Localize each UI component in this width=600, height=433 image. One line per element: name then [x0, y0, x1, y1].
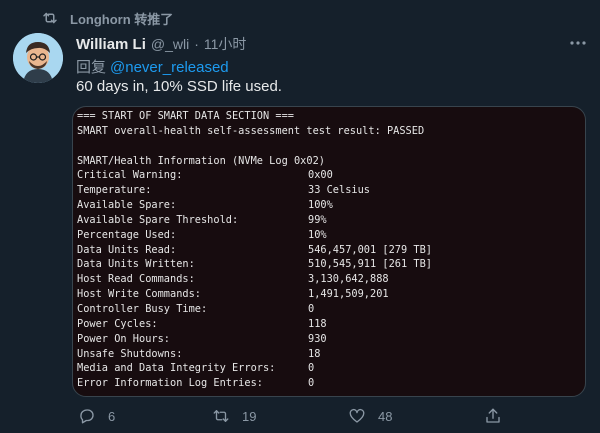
smart-row-label: Available Spare:: [77, 199, 177, 212]
reply-count: 6: [108, 408, 116, 424]
smart-row: Media and Data Integrity Errors: 0: [77, 361, 432, 376]
smart-row-label: Critical Warning:: [77, 169, 183, 182]
heart-icon: [349, 408, 365, 423]
smart-row-value: 18: [308, 347, 321, 360]
smart-row-label: Available Spare Threshold:: [77, 213, 239, 226]
smart-row-value: 0x00: [308, 169, 333, 182]
smart-row-label: Host Write Commands:: [77, 288, 201, 301]
ellipsis-icon: [570, 41, 586, 45]
smart-row: Available Spare Threshold: 99%: [77, 213, 432, 228]
smart-row: Temperature: 33 Celsius: [77, 183, 432, 198]
smart-row-value: 99%: [308, 213, 327, 226]
avatar-image: [13, 33, 63, 83]
tweet-text: 60 days in, 10% SSD life used.: [76, 78, 282, 95]
reply-prefix: 回复: [76, 59, 107, 76]
smart-row-value: 0: [308, 377, 315, 390]
smart-row-label: Power On Hours:: [77, 332, 170, 345]
smart-row-value: 100%: [308, 199, 333, 212]
smart-row-value: 3,130,642,888: [308, 273, 389, 286]
smart-result-line: SMART overall-health self-assessment tes…: [77, 124, 425, 137]
smart-row-value: 1,491,509,201: [308, 288, 389, 301]
smart-row: Error Information Log Entries: 0: [77, 376, 432, 391]
smart-row-label: Media and Data Integrity Errors:: [77, 362, 276, 375]
smart-row-label: Error Information Log Entries:: [77, 377, 263, 390]
reply-context: 回复 @never_released: [76, 56, 229, 76]
retweet-icon: [213, 410, 229, 422]
smart-row-label: Percentage Used:: [77, 228, 177, 241]
smart-row-value: 118: [308, 317, 327, 330]
like-button[interactable]: 48: [348, 404, 392, 428]
smart-row-label: Power Cycles:: [77, 317, 158, 330]
smart-row: Power On Hours: 930: [77, 332, 432, 347]
smart-row-label: Unsafe Shutdowns:: [77, 347, 183, 360]
smart-row-label: Data Units Written:: [77, 258, 195, 271]
smart-row-value: 930: [308, 332, 327, 345]
share-icon: [486, 408, 500, 423]
smart-row-value: 33 Celsius: [308, 184, 370, 197]
reply-button[interactable]: 6: [78, 404, 115, 428]
smart-row-value: 510,545,911 [261 TB]: [308, 258, 432, 271]
retweet-count: 19: [242, 408, 257, 424]
smart-row-value: 0: [308, 362, 315, 375]
smart-row-label: Host Read Commands:: [77, 273, 195, 286]
smart-row-label: Controller Busy Time:: [77, 302, 208, 315]
smart-section-title: SMART/Health Information (NVMe Log 0x02): [77, 154, 325, 167]
smart-row: Critical Warning: 0x00: [77, 168, 432, 183]
smart-row: Data Units Written: 510,545,911 [261 TB]: [77, 257, 432, 272]
more-options-icon[interactable]: [566, 33, 590, 53]
attached-image[interactable]: === START OF SMART DATA SECTION === SMART…: [72, 106, 586, 397]
reply-mention-link[interactable]: @never_released: [110, 59, 229, 76]
author-handle[interactable]: @_wli: [151, 36, 189, 52]
share-button[interactable]: [484, 404, 502, 428]
reply-icon: [80, 409, 94, 424]
tweet-header: William Li @_wli · 11小时: [76, 34, 246, 54]
avatar[interactable]: [13, 33, 63, 83]
author-name[interactable]: William Li: [76, 36, 146, 53]
smart-row: Host Read Commands: 3,130,642,888: [77, 272, 432, 287]
smart-row-value: 10%: [308, 228, 327, 241]
retweet-indicator[interactable]: Longhorn 转推了: [40, 8, 173, 28]
smart-row-value: 0: [308, 302, 315, 315]
tweet-timestamp[interactable]: 11小时: [204, 34, 247, 54]
terminal-output: === START OF SMART DATA SECTION === SMART…: [77, 109, 432, 391]
smart-row: Power Cycles: 118: [77, 317, 432, 332]
smart-row: Percentage Used: 10%: [77, 228, 432, 243]
smart-row: Data Units Read: 546,457,001 [279 TB]: [77, 243, 432, 258]
smart-row: Unsafe Shutdowns: 18: [77, 347, 432, 362]
smart-header-line: === START OF SMART DATA SECTION ===: [77, 110, 294, 122]
smart-row-label: Data Units Read:: [77, 243, 177, 256]
retweet-button[interactable]: 19: [212, 404, 256, 428]
smart-row: Controller Busy Time: 0: [77, 302, 432, 317]
smart-row-value: 546,457,001 [279 TB]: [308, 243, 432, 256]
smart-row-label: Temperature:: [77, 184, 152, 197]
retweet-icon: [43, 12, 57, 24]
retweet-label: Longhorn 转推了: [70, 11, 174, 27]
smart-row: Host Write Commands: 1,491,509,201: [77, 287, 432, 302]
like-count: 48: [378, 408, 393, 424]
smart-row: Available Spare: 100%: [77, 198, 432, 213]
separator-dot: ·: [194, 36, 199, 52]
tweet-actions: 6 19 48: [76, 404, 586, 428]
